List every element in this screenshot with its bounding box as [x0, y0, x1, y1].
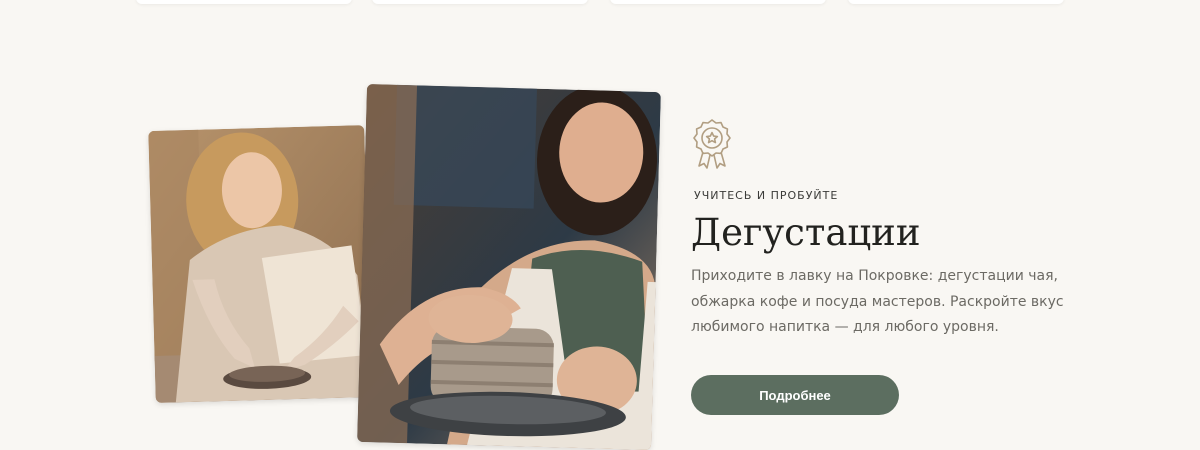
section-title: Дегустации [691, 211, 921, 254]
top-card-3 [610, 0, 826, 4]
top-card-1 [136, 0, 352, 4]
top-card-2 [372, 0, 588, 4]
section-description: Приходите в лавку на Покровке: дегустаци… [691, 268, 1064, 335]
top-card-4 [848, 0, 1064, 4]
award-badge-icon [693, 119, 731, 169]
photo-woman-at-pottery-wheel [357, 83, 661, 450]
photo-woman-shaping-clay [148, 125, 372, 403]
section-eyebrow: УЧИТЕСЬ И ПРОБУЙТЕ [694, 189, 839, 202]
more-details-button[interactable]: Подробнее [691, 375, 899, 415]
